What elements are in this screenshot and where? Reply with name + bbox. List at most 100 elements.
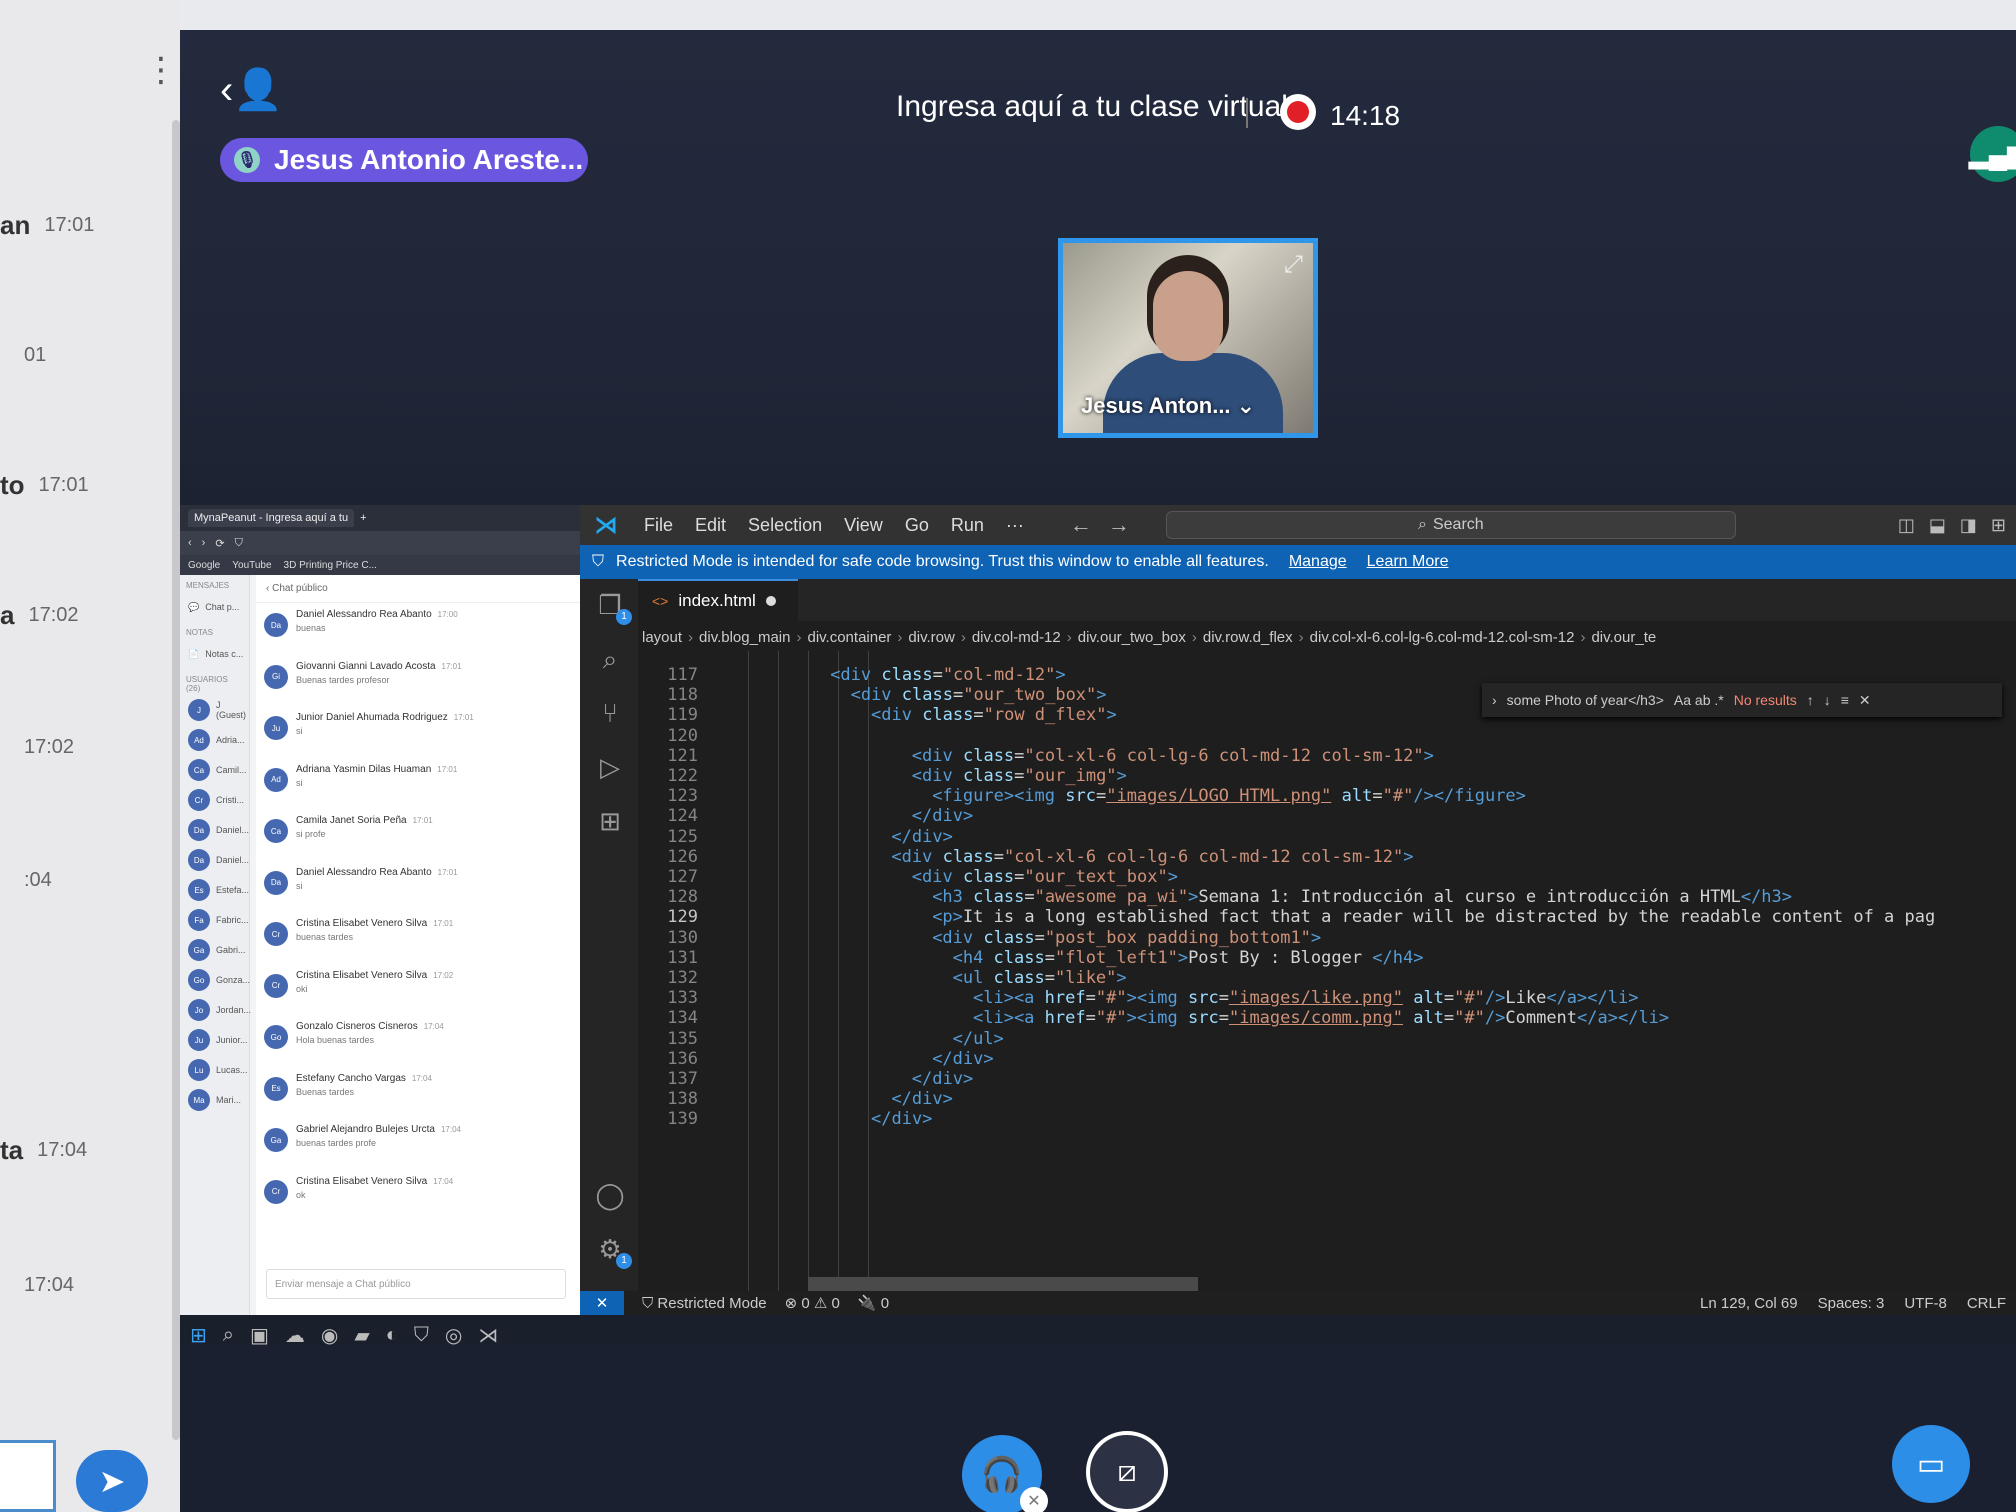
toggle-panel-icon[interactable]: ⬓ (1929, 515, 1946, 536)
code-line[interactable]: </div> (912, 1069, 973, 1089)
extensions-icon[interactable]: ⊞ (594, 805, 626, 837)
breadcrumb-item[interactable]: div.col-xl-6.col-lg-6.col-md-12.col-sm-1… (1310, 629, 1575, 646)
encoding[interactable]: UTF-8 (1904, 1295, 1947, 1312)
user-list-item[interactable]: Da Daniel... (180, 815, 249, 845)
code-line[interactable]: <h4 class="flot_left1">Post By : Blogger… (953, 948, 1424, 968)
nav-back-icon[interactable]: ← (1070, 512, 1092, 538)
source-control-icon[interactable]: ⑂ (594, 697, 626, 729)
horizontal-scrollbar[interactable] (808, 1277, 1198, 1291)
breadcrumb-item[interactable]: div.container (807, 629, 891, 646)
explorer-icon[interactable]: ❐ 1 (594, 589, 632, 625)
toggle-secondary-sidebar-icon[interactable]: ◨ (1960, 515, 1977, 536)
chat-row[interactable]: to 17:01 (0, 465, 89, 505)
breadcrumb-item[interactable]: div.col-md-12 (972, 629, 1061, 646)
code-line[interactable]: </ul> (953, 1029, 1004, 1049)
code-line[interactable]: <li><a href="#"><img src="images/like.pn… (973, 988, 1638, 1008)
widgets-icon[interactable]: ☁ (285, 1323, 305, 1348)
customize-layout-icon[interactable]: ⊞ (1991, 515, 2006, 536)
problems-status[interactable]: ⊗ 0 ⚠ 0 (785, 1294, 840, 1312)
find-widget[interactable]: › some Photo of year</h3> Aa ab .* No re… (1482, 683, 2002, 717)
folder-icon[interactable]: ▰ (354, 1323, 369, 1348)
menu-more[interactable]: ··· (1006, 515, 1024, 536)
nav-forward-icon[interactable]: → (1108, 512, 1130, 538)
line-ending[interactable]: CRLF (1967, 1295, 2006, 1312)
code-line[interactable]: </div> (891, 827, 952, 847)
learn-more-link[interactable]: Learn More (1367, 553, 1449, 571)
user-list-item[interactable]: Ad Adria... (180, 725, 249, 755)
code-line[interactable]: <div class="our_img"> (912, 766, 1127, 786)
chat-row[interactable]: 17:02 (0, 727, 74, 767)
more-options-icon[interactable]: ⋮ (144, 50, 178, 90)
code-line[interactable]: </div> (932, 1049, 993, 1069)
find-toggle-replace-icon[interactable]: › (1492, 692, 1497, 708)
vscode-taskbar-icon[interactable]: ⋊ (478, 1323, 498, 1348)
breadcrumb-item[interactable]: div.blog_main (699, 629, 790, 646)
indentation[interactable]: Spaces: 3 (1818, 1295, 1885, 1312)
taskbar-search-icon[interactable]: ⌕ (223, 1324, 234, 1347)
code-line[interactable]: <ul class="like"> (953, 968, 1127, 988)
remote-icon[interactable]: ✕ (580, 1291, 624, 1315)
chat-scrollbar[interactable] (172, 120, 180, 1440)
run-debug-icon[interactable]: ▷ (594, 751, 626, 783)
code-line[interactable]: <figure><img src="images/LOGO HTML.png" … (932, 786, 1526, 806)
manage-link[interactable]: Manage (1289, 553, 1347, 571)
code-line[interactable]: <div class="col-xl-6 col-lg-6 col-md-12 … (912, 746, 1434, 766)
start-icon[interactable]: ⊞ (190, 1323, 207, 1348)
user-list-item[interactable]: Cr Cristi... (180, 785, 249, 815)
chat-row[interactable]: an 17:01 (0, 205, 94, 245)
code-line[interactable]: </div> (891, 1089, 952, 1109)
headphones-icon[interactable]: 🎧 ✕ (962, 1435, 1048, 1512)
account-icon[interactable]: ◯ (594, 1179, 626, 1211)
chat-row[interactable]: a 17:02 (0, 595, 79, 635)
menu-file[interactable]: File (644, 515, 673, 536)
bookmark-item[interactable]: YouTube (232, 560, 271, 571)
screen-share-icon[interactable]: ▭ (1892, 1425, 1970, 1503)
participants-icon[interactable]: ‹👤 (220, 66, 283, 113)
code-line[interactable]: <h3 class="awesome pa_wi">Semana 1: Intr… (932, 887, 1792, 907)
cursor-position[interactable]: Ln 129, Col 69 (1700, 1295, 1798, 1312)
public-chat-input[interactable]: Enviar mensaje a Chat público (266, 1269, 566, 1299)
command-search-box[interactable]: ⌕ Search (1165, 511, 1736, 539)
side-item-public-chat[interactable]: 💬 Chat p... (180, 592, 249, 622)
code-line[interactable]: <div class="our_text_box"> (912, 867, 1178, 887)
code-line[interactable]: </div> (912, 806, 973, 826)
search-icon[interactable]: ⌕ (594, 643, 626, 675)
code-line[interactable]: <div class="col-md-12"> (830, 665, 1065, 685)
user-list-item[interactable]: Ga Gabri... (180, 935, 249, 965)
user-list-item[interactable]: Fa Fabric... (180, 905, 249, 935)
code-line[interactable]: <div class="our_two_box"> (851, 685, 1107, 705)
user-list-item[interactable]: Da Daniel... (180, 845, 249, 875)
participant-video-tile[interactable]: ⤢ Jesus Anton... ⌄ (1058, 238, 1318, 438)
menu-edit[interactable]: Edit (695, 515, 726, 536)
menu-selection[interactable]: Selection (748, 515, 822, 536)
find-query[interactable]: some Photo of year</h3> (1507, 692, 1664, 708)
user-list-item[interactable]: Es Estefa... (180, 875, 249, 905)
signal-icon[interactable]: ▂▄▆ (1969, 126, 2016, 182)
user-list-item[interactable]: Lu Lucas... (180, 1055, 249, 1085)
new-tab-icon[interactable]: + (360, 512, 366, 524)
user-list-item[interactable]: Ca Camil... (180, 755, 249, 785)
settings-icon[interactable]: ⚙ 1 (594, 1233, 632, 1269)
close-icon[interactable]: ✕ (1859, 692, 1871, 709)
menu-go[interactable]: Go (905, 515, 929, 536)
chat-row[interactable]: ta 17:04 (0, 1130, 87, 1170)
code-editor[interactable]: 117 <div class="col-md-12"> 118 <div class=… (638, 651, 2016, 1291)
breadcrumb-item[interactable]: layout (642, 629, 682, 646)
menu-view[interactable]: View (844, 515, 883, 536)
bookmark-item[interactable]: 3D Printing Price C... (284, 560, 377, 571)
app-icon[interactable]: ◉ (321, 1323, 338, 1348)
task-view-icon[interactable]: ▣ (250, 1323, 269, 1348)
app-icon[interactable]: ◐ (386, 1324, 398, 1347)
code-line[interactable]: </div> (871, 1109, 932, 1129)
expand-icon[interactable]: ⤢ (1284, 251, 1303, 279)
camera-off-icon[interactable]: ⧄ (1086, 1431, 1168, 1512)
user-list-item[interactable]: J J (Guest) (180, 695, 249, 725)
browser-tab[interactable]: MynaPeanut - Ingresa aquí a tu (188, 509, 355, 527)
tab-index-html[interactable]: <> index.html (638, 579, 798, 621)
user-list-item[interactable]: Go Gonza... (180, 965, 250, 995)
chat-message-input[interactable] (0, 1440, 56, 1512)
bookmark-item[interactable]: Google (188, 560, 220, 571)
breadcrumb-item[interactable]: div.row.d_flex (1203, 629, 1293, 646)
breadcrumb-item[interactable]: div.row (908, 629, 954, 646)
chat-row[interactable]: 01 (0, 335, 46, 375)
